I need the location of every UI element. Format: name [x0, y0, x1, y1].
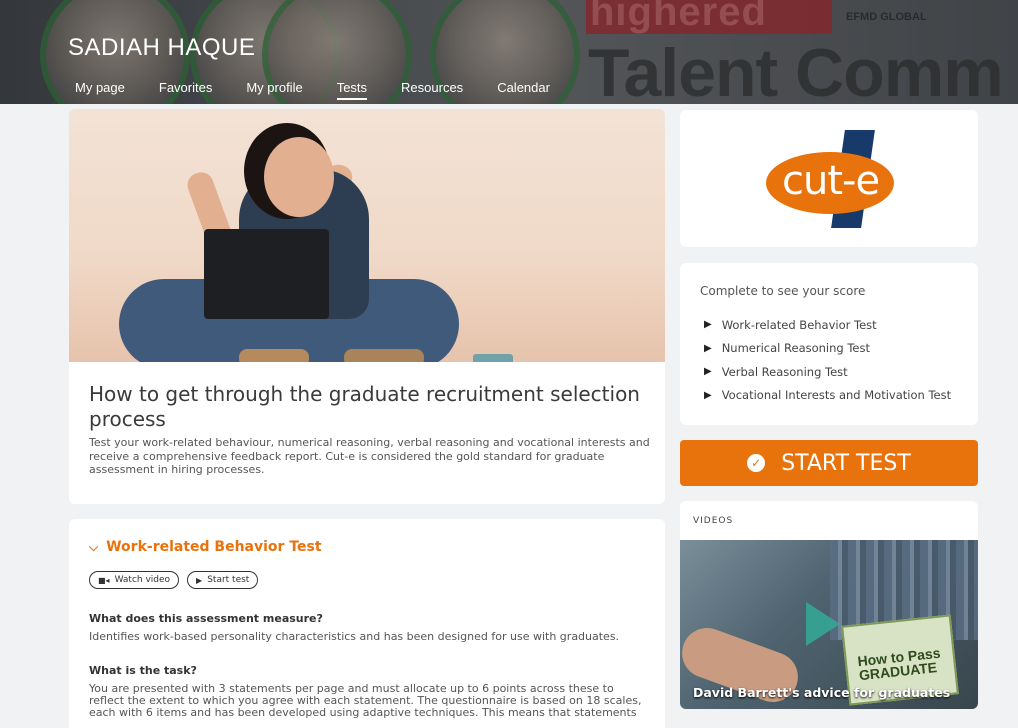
provider-logo-card: cut-e	[680, 110, 978, 247]
nav-tests[interactable]: Tests	[336, 80, 368, 100]
play-icon: ▶	[704, 319, 712, 331]
chevron-down-icon: ⌵	[89, 539, 99, 554]
test-accordion-header[interactable]: ⌵ Work-related Behavior Test	[89, 539, 322, 555]
play-icon: ▶	[704, 366, 712, 378]
play-icon[interactable]	[806, 602, 840, 646]
nav-my-page[interactable]: My page	[75, 80, 125, 100]
task-answer: You are presented with 3 statements per …	[89, 682, 642, 719]
videos-card: VIDEOS How to Pass GRADUATE David Barret…	[680, 501, 978, 709]
measure-answer: Identifies work-based personality charac…	[89, 630, 620, 643]
play-icon: ▶	[196, 575, 203, 585]
list-item[interactable]: ▶ Numerical Reasoning Test	[704, 337, 951, 361]
play-icon: ▶	[704, 342, 712, 354]
laptop-illustration	[204, 229, 329, 319]
hero-card: How to get through the graduate recruitm…	[69, 109, 665, 504]
check-circle-icon: ✓	[747, 454, 766, 472]
test-list: ▶ Work-related Behavior Test ▶ Numerical R…	[704, 313, 951, 407]
task-question: What is the task?	[89, 664, 197, 677]
hero-image	[69, 109, 665, 362]
video-title: David Barrett's advice for graduates	[693, 685, 951, 700]
start-test-button[interactable]: ▶ Start test	[187, 571, 259, 589]
start-test-main-button[interactable]: ✓ START TEST	[680, 440, 978, 486]
nav-my-profile[interactable]: My profile	[246, 80, 302, 100]
watch-video-button[interactable]: ■◂ Watch video	[89, 571, 180, 589]
cut-e-logo: cut-e	[766, 130, 896, 230]
user-name: SADIAH HAQUE	[68, 34, 256, 61]
video-thumbnail[interactable]: How to Pass GRADUATE David Barrett's adv…	[680, 540, 978, 709]
videos-heading: VIDEOS	[693, 516, 734, 526]
score-title: Complete to see your score	[700, 284, 866, 298]
nav-favorites[interactable]: Favorites	[159, 80, 212, 100]
list-item[interactable]: ▶ Vocational Interests and Motivation Tes…	[704, 384, 951, 408]
page-title: How to get through the graduate recruitm…	[89, 382, 640, 431]
test-actions: ■◂ Watch video ▶ Start test	[89, 571, 259, 589]
video-camera-icon: ■◂	[98, 575, 110, 585]
list-item[interactable]: ▶ Verbal Reasoning Test	[704, 360, 951, 384]
nav-resources[interactable]: Resources	[401, 80, 463, 100]
play-icon: ▶	[704, 389, 712, 401]
nav-calendar[interactable]: Calendar	[497, 80, 550, 100]
page-description: Test your work-related behaviour, numeri…	[89, 436, 650, 476]
main-nav: My page Favorites My profile Tests Resou…	[75, 80, 584, 100]
list-item[interactable]: ▶ Work-related Behavior Test	[704, 313, 951, 337]
test-title: Work-related Behavior Test	[106, 539, 322, 555]
score-card: Complete to see your score ▶ Work-related…	[680, 263, 978, 425]
test-detail-card: ⌵ Work-related Behavior Test ■◂ Watch vi…	[69, 519, 665, 728]
measure-question: What does this assessment measure?	[89, 612, 323, 625]
